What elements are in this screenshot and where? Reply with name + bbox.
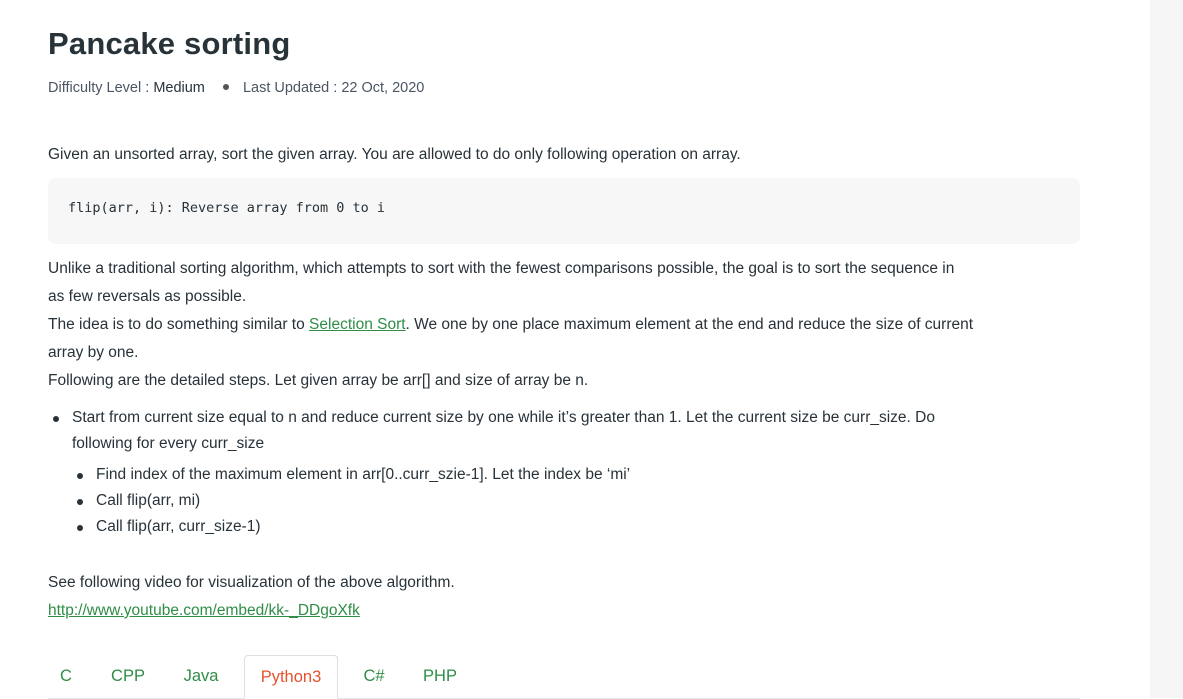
updated-value: 22 Oct, 2020	[341, 80, 425, 96]
article-meta: Difficulty Level : Medium Last Updated :…	[48, 80, 424, 96]
paragraph-line: Unlike a traditional sorting algorithm, …	[48, 260, 955, 277]
list-item: Call flip(arr, curr_size-1)	[72, 514, 1078, 540]
list-item: Start from current size equal to n and r…	[48, 405, 1078, 540]
bullet-line: following for every curr_size	[72, 435, 265, 452]
list-item: Find index of the maximum element in arr…	[72, 462, 1078, 488]
sub-steps-list: Find index of the maximum element in arr…	[72, 462, 1078, 540]
steps-list: Start from current size equal to n and r…	[48, 405, 1078, 540]
idea-prefix: The idea is to do something similar to	[48, 316, 310, 333]
video-link[interactable]: http://www.youtube.com/embed/kk-_DDgoXfk	[48, 602, 360, 619]
tab-c[interactable]: C	[48, 655, 84, 697]
code-block: flip(arr, i): Reverse array from 0 to i	[48, 178, 1080, 244]
list-item: Call flip(arr, mi)	[72, 488, 1078, 514]
tab-php[interactable]: PHP	[408, 655, 472, 697]
right-sidebar-gutter	[1150, 0, 1183, 698]
code-text: flip(arr, i): Reverse array from 0 to i	[68, 200, 385, 216]
bullet-line: Start from current size equal to n and r…	[72, 409, 935, 426]
paragraph-description: Unlike a traditional sorting algorithm, …	[48, 255, 1078, 395]
difficulty-label: Difficulty Level :	[48, 80, 150, 96]
video-text: See following video for visualization of…	[48, 574, 455, 591]
steps-intro: Following are the detailed steps. Let gi…	[48, 372, 589, 389]
selection-sort-link[interactable]: Selection Sort	[309, 316, 406, 333]
idea-suffix: . We one by one place maximum element at…	[405, 316, 974, 333]
idea-line-2: array by one.	[48, 344, 139, 361]
updated-label: Last Updated :	[242, 80, 338, 96]
intro-text: Given an unsorted array, sort the given …	[48, 146, 741, 163]
tab-python3[interactable]: Python3	[244, 655, 338, 699]
tab-java[interactable]: Java	[170, 655, 232, 697]
tab-csharp[interactable]: C#	[350, 655, 398, 697]
separator-dot	[222, 84, 229, 91]
difficulty-value[interactable]: Medium	[153, 80, 205, 96]
language-tabs: C CPP Java Python3 C# PHP	[48, 655, 1080, 699]
video-section: See following video for visualization of…	[48, 569, 1078, 625]
paragraph-line: as few reversals as possible.	[48, 288, 247, 305]
idea-line: The idea is to do something similar to S…	[48, 311, 1078, 339]
tab-cpp[interactable]: CPP	[98, 655, 158, 697]
page-title: Pancake sorting	[48, 26, 291, 61]
